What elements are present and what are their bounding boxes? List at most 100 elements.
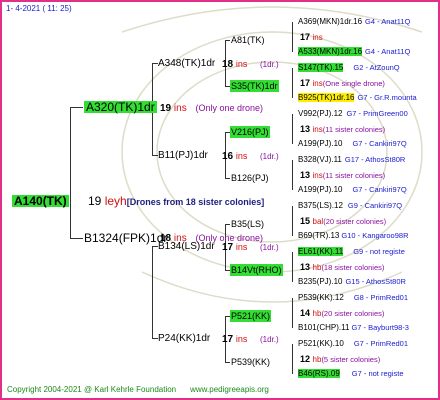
generation-number: 14 [300,308,311,318]
pedigree-ref: G7 - PrimGreen00 [346,109,408,118]
queen-id: A533(MKN)1dr.16 [298,47,363,56]
g4-queen-row: P539(KK).12 G8 - PrimRed01 [298,292,408,304]
drone-note: (5 sister colonies) [321,355,381,364]
connector-line [225,40,230,41]
connector-line [70,238,83,239]
generation-number: 12 [300,354,311,364]
breeder-code: ins [235,242,248,252]
g4-queen-row: B101(CHP).11 G7 - Bayburt98-3 [298,322,409,334]
queen-id: B328(VJ).11 [298,155,342,164]
g4-queen-row: B46(RS).09 G7 - not registe [298,368,404,380]
queen-id: B375(LS).12 [298,201,343,210]
queen-id: P539(KK).12 [298,293,344,302]
site-link[interactable]: www.pedigreeapis.org [190,385,269,394]
drone-note: (18 sister colonies) [321,263,385,272]
g3-queen-id: S35(TK)1dr [230,80,279,92]
pedigree-ref: G10 - Kangaroo98R [341,231,409,240]
g4-queen-row: A369(MKN)1dr.16 G4 - Anat11Q [298,16,410,28]
generation-number: 13 [300,262,311,272]
g2-queen-info: 17 ins [222,241,247,254]
drone-note: (1dr.) [260,60,279,69]
drone-note: (11 sister colonies) [322,171,386,180]
g4-queen-row: B328(VJ).11 G17 - AthosSt80R [298,154,405,166]
connector-line [292,298,293,328]
generation-number: 13 [300,170,311,180]
breeder-code: ins [235,334,248,344]
pedigree-ref: G7 - Cankiri97Q [352,139,407,148]
pedigree-ref: G9 - Cankiri97Q [347,201,403,210]
queen-id: A369(MKN)1dr.16 [298,17,363,26]
g4-queen-row: A533(MKN)1dr.16 G4 - Anat11Q [298,46,410,58]
copyright-text: Copyright 2004-2021 @ Karl Kehrle Founda… [7,384,269,396]
breeder-code: ins [173,103,187,114]
connector-line [152,246,153,338]
pedigree-ref: G4 - Anat11Q [365,47,411,56]
g3-queen-id: B35(LS) [231,219,265,229]
g4-queen-row: S147(TK).15 G2 - AtZounQ [298,62,400,74]
pedigree-ref: G7 - Bayburt98-3 [351,323,409,332]
g4-queen-row: B235(PJ).10 G15 - AthosSt80R [298,276,406,288]
queen-id: EL61(KK).11 [298,247,344,256]
breeder-code: ins [312,125,323,134]
connector-line [70,107,71,238]
drone-note: (1dr.) [260,243,279,252]
pedigree-ref: G15 - AthosSt80R [345,277,406,286]
breeder-code: ins [235,151,248,161]
pedigree-ref: G2 - AtZounQ [353,63,400,72]
drone-note: (11 sister colonies) [322,125,386,134]
connector-line [225,224,230,225]
queen-id: S147(TK).15 [298,63,344,72]
connector-line [292,344,293,374]
g4-sister-colonies: 13 ins(11 sister colonies) [300,123,385,136]
g2-queen-id: P24(KK)1dr [158,333,211,344]
pedigree-ref: G7 - not registe [351,369,404,378]
pedigree-ref: G7 - Gr.R.mounta [357,93,417,102]
queen-id: B235(PJ).10 [298,277,343,286]
dam-queen-id: B1324(FPK)1dr [84,231,168,245]
g4-sister-colonies: 14 hb(20 sister colonies) [300,307,384,320]
drone-note: [Drones from 18 sister colonies] [126,197,265,207]
pedigree-ref: G7 - PrimRed01 [353,339,408,348]
g4-queen-row: EL61(KK).11 G9 - not registe [298,246,405,258]
drone-note: (20 sister colonies) [323,217,387,226]
pedigree-frame: 1- 4-2021 ( 11: 25) A140(TK) 19 leyh[Dro… [0,0,440,400]
connector-line [292,206,293,236]
g2-queen-id: B11(PJ)1dr [158,150,208,161]
g4-sister-colonies: 12 hb(5 sister colonies) [300,353,380,366]
pedigree-ref: G8 - PrimRed01 [353,293,408,302]
queen-id: B925(TK)1dr.16 [298,93,355,102]
breeder-code: ins [312,79,323,88]
generation-number: 19 [88,194,102,208]
generation-number: 17 [300,32,311,42]
g4-sister-colonies: 17 ins [300,31,323,44]
g4-queen-row: A199(PJ).10 G7 - Cankiri97Q [298,184,407,196]
g3-queen-id: P539(KK) [231,357,271,367]
g4-sister-colonies: 13 ins(11 sister colonies) [300,169,385,182]
breeder-code: ins [235,59,248,69]
root-queen-id: A140(TK) [12,194,69,208]
generation-number: 17 [222,334,234,345]
generation-number: 19 [160,103,172,114]
connector-line [225,362,230,363]
generation-number: 15 [300,216,311,226]
g4-queen-row: A199(PJ).10 G7 - Cankiri97Q [298,138,407,150]
g2-queen-id: B134(LS)1dr [158,241,215,252]
generation-number: 17 [300,78,311,88]
generation-number: 16 [222,151,234,162]
drone-note: (20 sister colonies) [321,309,385,318]
pedigree-ref: G4 - Anat11Q [365,17,411,26]
sire-queen-id: A320(TK)1dr [84,100,157,114]
pedigree-ref: G9 - not registe [353,247,405,256]
breeder-code: ins [312,171,323,180]
connector-line [292,160,293,190]
g4-queen-row: B925(TK)1dr.16 G7 - Gr.R.mounta [298,92,417,104]
breeder-code: ins [312,33,323,42]
g2-queen-info: 17 ins [222,333,247,346]
connector-line [292,68,293,98]
generation-number: 18 [222,59,234,70]
queen-id: V992(PJ).12 [298,109,343,118]
connector-line [292,22,293,52]
breeder-code: leyh [104,194,127,208]
sire-queen-info: 19 ins (Only one drone) [160,102,263,115]
generation-number: 17 [222,242,234,253]
